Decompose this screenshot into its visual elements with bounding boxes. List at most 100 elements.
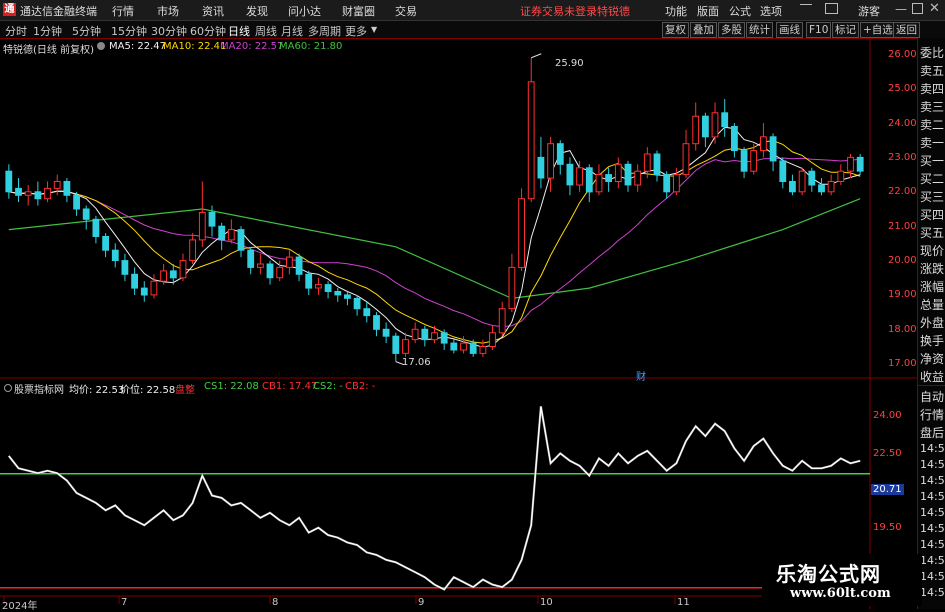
candle-down xyxy=(856,156,864,172)
panel-item[interactable]: 卖一 xyxy=(920,134,944,151)
candle-down xyxy=(102,236,109,251)
candle-down xyxy=(334,291,342,296)
candle-down xyxy=(73,194,80,210)
panel-item[interactable]: 买五 xyxy=(920,224,944,241)
indicator-settings-icon[interactable] xyxy=(4,384,12,392)
add-watchlist-button[interactable]: +自选 xyxy=(860,22,896,38)
menu-news[interactable]: 资讯 xyxy=(202,3,224,19)
panel-item[interactable]: 卖五 xyxy=(920,62,944,79)
chevron-down-icon[interactable]: ▼ xyxy=(371,25,377,34)
restore-icon[interactable] xyxy=(825,3,838,14)
candle-down xyxy=(702,115,709,138)
minimize-icon[interactable]: — xyxy=(895,2,907,16)
panel-item[interactable]: 委比 xyxy=(920,44,944,61)
guest-label[interactable]: 游客 xyxy=(858,3,880,19)
panel-item[interactable]: 卖二 xyxy=(920,116,944,133)
restore-rights-button[interactable]: 复权 xyxy=(662,22,689,38)
menu-options[interactable]: 选项 xyxy=(760,3,782,19)
price-tick: 26.00 xyxy=(888,49,917,60)
period-tab-15min[interactable]: 15分钟 xyxy=(111,23,147,39)
panel-item[interactable]: 收益 xyxy=(920,368,944,385)
candle-down xyxy=(121,260,129,275)
candle-down xyxy=(15,187,22,196)
mark-button[interactable]: 标记 xyxy=(832,22,859,38)
panel-item[interactable]: 买四 xyxy=(920,206,944,223)
menu-function[interactable]: 功能 xyxy=(665,3,687,19)
menu-market[interactable]: 行情 xyxy=(112,3,134,19)
period-tab-30min[interactable]: 30分钟 xyxy=(151,23,187,39)
panel-item[interactable]: 总量 xyxy=(920,296,944,313)
candle-down xyxy=(353,297,361,310)
period-tab-more[interactable]: 更多 xyxy=(345,23,367,39)
candle-down xyxy=(818,184,825,193)
draw-line-button[interactable]: 画线 xyxy=(776,22,803,38)
panel-item[interactable]: 自动 xyxy=(920,388,944,405)
period-tab-1min[interactable]: 1分钟 xyxy=(33,23,62,39)
panel-item[interactable]: 买一 xyxy=(920,152,944,169)
maximize-icon[interactable] xyxy=(912,3,923,14)
panel-item[interactable]: 换手 xyxy=(920,332,944,349)
back-button[interactable]: 返回 xyxy=(893,22,920,38)
period-tab-weekly[interactable]: 周线 xyxy=(255,23,277,39)
panel-item[interactable]: 盘后 xyxy=(920,424,944,441)
panel-item[interactable]: 行情 xyxy=(920,406,944,423)
candle-down xyxy=(450,342,458,351)
candle-down xyxy=(324,284,332,293)
f10-button[interactable]: F10 xyxy=(806,22,832,38)
date-tick: 9 xyxy=(418,597,425,608)
period-tab-multi[interactable]: 多周期 xyxy=(308,23,341,39)
finance-marker[interactable]: 财 xyxy=(636,368,646,383)
candle-up xyxy=(53,181,61,189)
close-icon[interactable]: ✕ xyxy=(929,1,940,16)
panel-item[interactable]: 外盘 xyxy=(920,314,944,331)
statistics-button[interactable]: 统计 xyxy=(746,22,773,38)
price-tick: 17.00 xyxy=(888,358,917,369)
candle-up xyxy=(750,150,758,172)
candle-down xyxy=(382,328,390,337)
window-mode-icon[interactable] xyxy=(800,4,812,5)
chart-canvas[interactable] xyxy=(0,38,917,609)
menu-markets[interactable]: 市场 xyxy=(157,3,179,19)
candle-down xyxy=(218,225,226,241)
panel-item[interactable]: 涨跌 xyxy=(920,260,944,277)
candle-up xyxy=(179,260,187,279)
overlay-button[interactable]: 叠加 xyxy=(690,22,717,38)
panel-item[interactable]: 现价 xyxy=(920,242,944,259)
menu-discover[interactable]: 发现 xyxy=(246,3,268,19)
price-tick: 19.00 xyxy=(888,289,917,300)
menu-trade[interactable]: 交易 xyxy=(395,3,417,19)
login-notice[interactable]: 证券交易未登录 xyxy=(520,3,597,19)
panel-item[interactable]: 卖三 xyxy=(920,98,944,115)
panel-item[interactable]: 卖四 xyxy=(920,80,944,97)
candle-down xyxy=(140,287,148,296)
multi-stock-button[interactable]: 多股 xyxy=(718,22,745,38)
candle-down xyxy=(92,218,100,238)
signal-label: 盘整 xyxy=(175,385,195,396)
period-tab-60min[interactable]: 60分钟 xyxy=(190,23,226,39)
menu-ask[interactable]: 问小达 xyxy=(288,3,321,19)
period-tab-5min[interactable]: 5分钟 xyxy=(72,23,101,39)
candle-up xyxy=(595,174,603,193)
candle-down xyxy=(344,294,351,299)
candle-up xyxy=(276,266,284,279)
menu-layout[interactable]: 版面 xyxy=(697,3,719,19)
candle-up xyxy=(518,198,526,268)
panel-divider xyxy=(918,385,945,386)
candle-down xyxy=(373,315,380,330)
period-tab-intraday[interactable]: 分时 xyxy=(5,23,27,39)
candle-down xyxy=(469,342,477,354)
candle-up xyxy=(508,266,516,310)
candle-down xyxy=(731,126,738,152)
period-tab-monthly[interactable]: 月线 xyxy=(281,23,303,39)
menu-wealth[interactable]: 财富圈 xyxy=(342,3,375,19)
candle-up xyxy=(692,115,700,145)
period-tab-daily[interactable]: 日线 xyxy=(228,23,250,39)
panel-item[interactable]: 买二 xyxy=(920,170,944,187)
menu-formula[interactable]: 公式 xyxy=(729,3,751,19)
app-logo: 通 xyxy=(3,3,16,16)
panel-item[interactable]: 净资 xyxy=(920,350,944,367)
indicator-name[interactable]: 股票指标网 xyxy=(14,381,64,396)
panel-item[interactable]: 涨幅 xyxy=(920,278,944,295)
candle-up xyxy=(760,136,767,152)
panel-item[interactable]: 买三 xyxy=(920,188,944,205)
